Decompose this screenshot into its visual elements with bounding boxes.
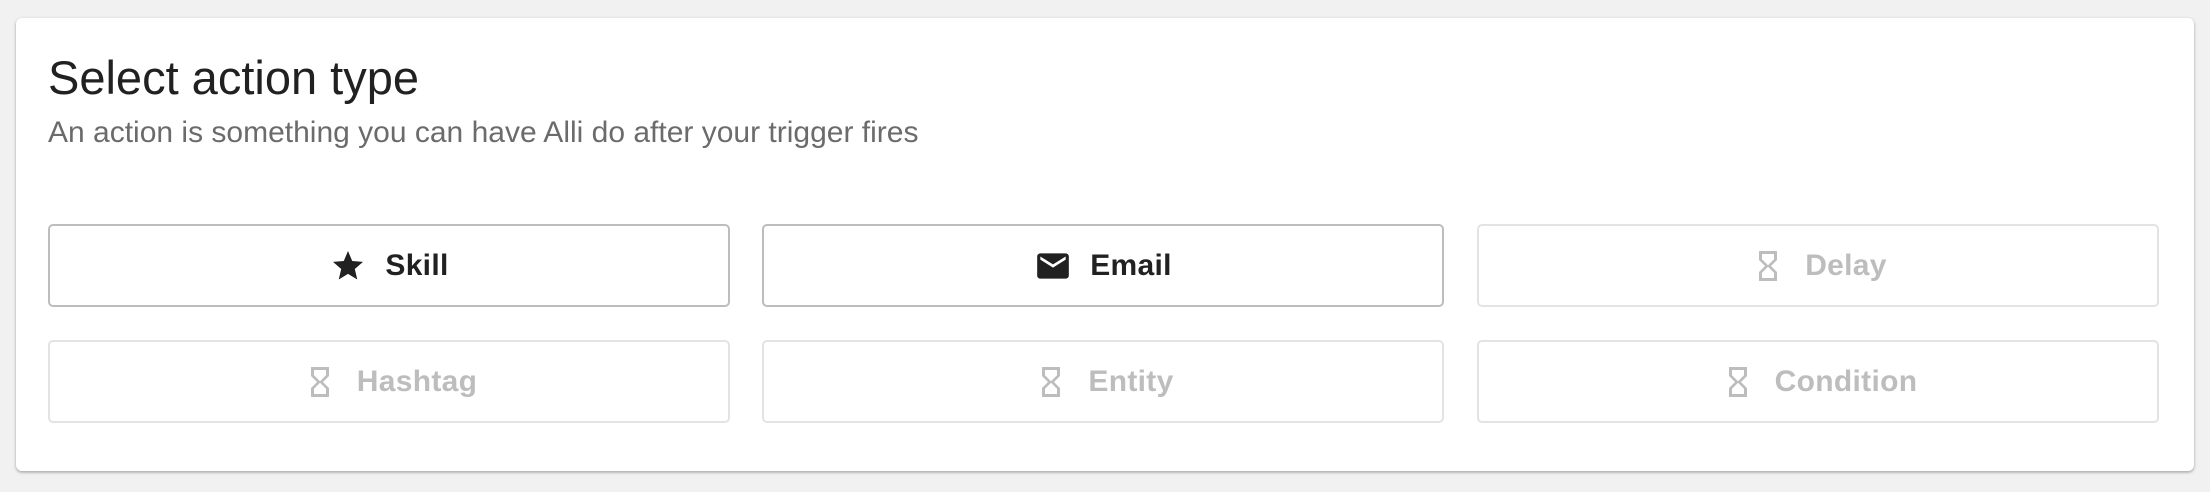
hashtag-action-label: Hashtag [356,364,478,398]
delay-action-button[interactable]: Delay [1477,224,2159,307]
select-action-type-card: Select action type An action is somethin… [16,18,2194,471]
hourglass-icon [301,363,339,401]
skill-action-button[interactable]: Skill [48,224,730,307]
envelope-icon [1034,247,1072,285]
email-action-label: Email [1090,248,1172,282]
entity-action-button[interactable]: Entity [762,340,1444,423]
hourglass-icon [1032,363,1070,401]
delay-action-label: Delay [1805,248,1887,282]
condition-action-label: Condition [1774,364,1918,398]
hashtag-action-button[interactable]: Hashtag [48,340,730,423]
star-icon [329,247,367,285]
hourglass-icon [1719,363,1757,401]
skill-action-label: Skill [385,248,449,282]
page-subtitle: An action is something you can have Alli… [48,116,919,149]
condition-action-button[interactable]: Condition [1477,340,2159,423]
hourglass-icon [1749,247,1787,285]
email-action-button[interactable]: Email [762,224,1444,307]
page-title: Select action type [48,51,419,104]
entity-action-label: Entity [1088,364,1174,398]
